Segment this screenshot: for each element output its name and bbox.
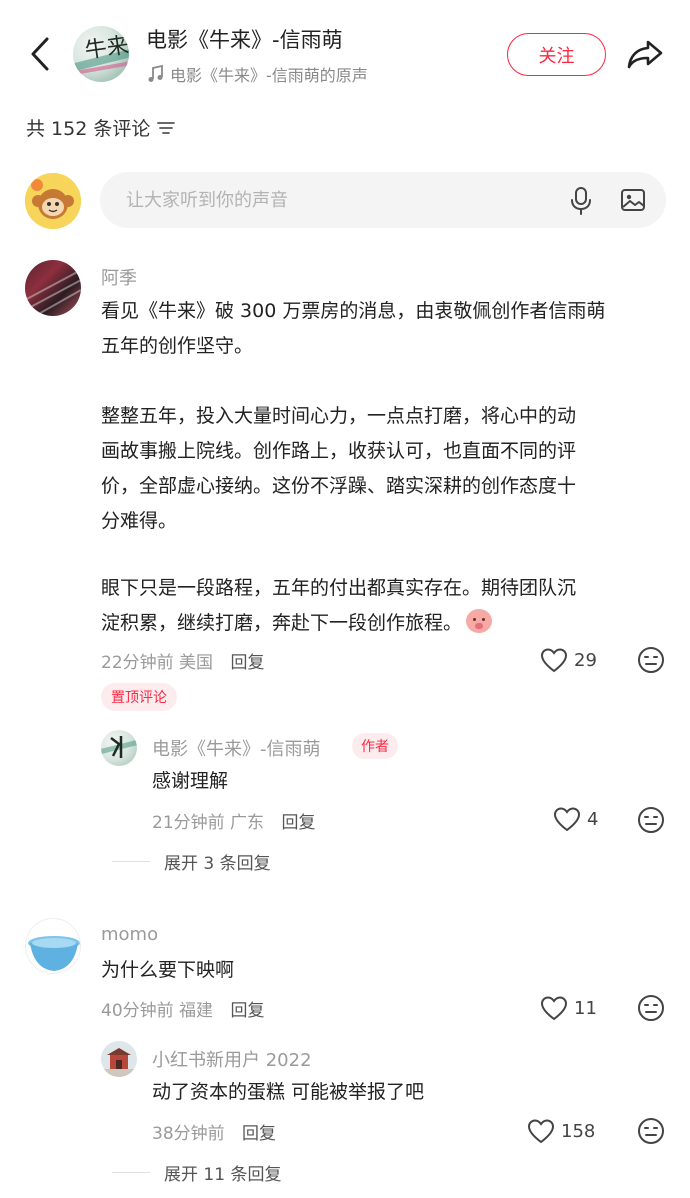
header: 牛来 电影《牛来》-信雨萌 电影《牛来》-信雨萌的原声 关注 [0, 0, 690, 110]
share-button[interactable] [623, 34, 667, 74]
divider-line [112, 1172, 150, 1173]
follow-button[interactable]: 关注 [507, 33, 606, 76]
heart-icon [553, 807, 581, 832]
comment-line: 五年的创作坚守。 [101, 335, 254, 357]
comment-line: 淀积累，继续打磨，奔赴下一段创作旅程。 [101, 612, 463, 634]
share-arrow-icon [627, 40, 663, 69]
reply-time: 21分钟前 [152, 813, 225, 833]
temple-avatar-icon [101, 1041, 137, 1077]
reply-button[interactable]: 回复 [230, 1001, 264, 1021]
meh-face-icon [638, 1118, 664, 1144]
sound-source-label: 电影《牛来》-信雨萌的原声 [170, 66, 368, 85]
replier-name[interactable]: 电影《牛来》-信雨萌 [152, 735, 321, 761]
like-button[interactable]: 158 [527, 1118, 595, 1144]
creator-avatar[interactable]: 牛来 [73, 26, 129, 82]
commenter-avatar[interactable] [25, 260, 81, 316]
blue-basin-avatar-icon [28, 936, 80, 971]
comment-line: 画故事搬上院线。创作路上，收获认可，也直面不同的评 [101, 440, 577, 462]
commenter-name[interactable]: momo [101, 924, 158, 945]
reply-button[interactable]: 回复 [281, 813, 315, 833]
comment-meta: 22分钟前 美国 回复 [101, 648, 264, 673]
avatar-logo-icon [101, 736, 137, 758]
comment-location: 美国 [179, 653, 214, 673]
reply-meta: 38分钟前 回复 [152, 1119, 276, 1144]
heart-icon [540, 996, 568, 1021]
expand-replies-label: 展开 11 条回复 [164, 1165, 282, 1185]
reply-button[interactable]: 回复 [242, 1124, 276, 1144]
comment-line: 价，全部虚心接纳。这份不浮躁、踏实深耕的创作态度十 [101, 475, 577, 497]
comment-line-last: 淀积累，继续打磨，奔赴下一段创作旅程。 [101, 606, 493, 641]
sort-icon [157, 121, 176, 134]
dislike-button[interactable] [637, 1117, 665, 1149]
commenter-name[interactable]: 阿季 [101, 264, 137, 290]
like-button[interactable]: 29 [540, 647, 597, 673]
meh-face-icon [638, 995, 664, 1021]
comment-line: 整整五年，投入大量时间心力，一点点打磨，将心中的动 [101, 405, 577, 427]
voice-input-button[interactable] [568, 186, 594, 220]
expand-replies-button[interactable]: 展开 3 条回复 [112, 849, 271, 874]
author-badge: 作者 [352, 733, 398, 759]
monkey-avatar-icon [25, 173, 81, 229]
heart-icon [540, 648, 568, 673]
like-count: 11 [574, 997, 597, 1019]
pig-face-emoji-icon [466, 609, 493, 633]
my-avatar[interactable] [25, 173, 81, 229]
image-icon [621, 189, 645, 211]
meh-face-icon [638, 647, 664, 673]
reply-location: 广东 [230, 813, 265, 833]
reply-text: 感谢理解 [152, 770, 229, 792]
comment-input[interactable] [126, 172, 556, 228]
music-note-icon [148, 64, 163, 82]
comment-line: 分难得。 [101, 510, 178, 532]
comment-location: 福建 [179, 1001, 214, 1021]
comment-count-label: 共 152 条评论 [26, 118, 151, 140]
divider-line [112, 861, 150, 862]
comment-time: 22分钟前 [101, 653, 174, 673]
like-button[interactable]: 4 [553, 806, 598, 832]
reply-meta: 21分钟前 广东 回复 [152, 808, 315, 833]
reply-button[interactable]: 回复 [230, 653, 264, 673]
microphone-icon [571, 187, 591, 215]
dislike-button[interactable] [637, 994, 665, 1026]
reply-time: 38分钟前 [152, 1124, 225, 1144]
like-count: 29 [574, 649, 597, 671]
image-input-button[interactable] [619, 186, 647, 218]
comment-line: 眼下只是一段路程，五年的付出都真实存在。期待团队沉 [101, 577, 577, 599]
like-count: 4 [587, 808, 599, 830]
commenter-avatar[interactable] [25, 918, 81, 974]
dislike-button[interactable] [637, 806, 665, 838]
replier-name[interactable]: 小红书新用户 2022 [152, 1046, 312, 1072]
comment-time: 40分钟前 [101, 1001, 174, 1021]
heart-icon [527, 1119, 555, 1144]
pinned-badge: 置顶评论 [101, 683, 177, 711]
avatar-logo-text: 牛来 [83, 33, 129, 64]
like-count: 158 [561, 1120, 596, 1142]
expand-replies-button[interactable]: 展开 11 条回复 [112, 1160, 281, 1185]
comment-count[interactable]: 共 152 条评论 [26, 114, 176, 141]
avatar-photo-icon [25, 269, 81, 316]
comment-text: 为什么要下映啊 [101, 959, 235, 981]
reply-text: 动了资本的蛋糕 可能被举报了吧 [152, 1081, 425, 1103]
chevron-left-icon [31, 37, 49, 71]
comment-meta: 40分钟前 福建 回复 [101, 996, 264, 1021]
expand-replies-label: 展开 3 条回复 [164, 854, 271, 874]
meh-face-icon [638, 807, 664, 833]
like-button[interactable]: 11 [540, 995, 597, 1021]
back-button[interactable] [22, 34, 58, 74]
page-title[interactable]: 电影《牛来》-信雨萌 [146, 24, 343, 54]
replier-avatar[interactable] [101, 1041, 137, 1077]
comment-line: 看见《牛来》破 300 万票房的消息，由衷敬佩创作者信雨萌 [101, 300, 606, 322]
replier-avatar[interactable] [101, 730, 137, 766]
sound-source[interactable]: 电影《牛来》-信雨萌的原声 [146, 62, 368, 86]
dislike-button[interactable] [637, 646, 665, 678]
